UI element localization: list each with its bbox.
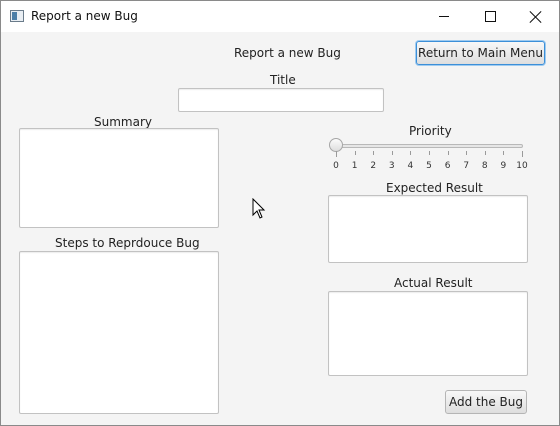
priority-tick-mark (391, 151, 393, 155)
priority-tick-mark (484, 151, 486, 155)
priority-tick-label: 7 (463, 161, 470, 171)
priority-tick-mark (373, 151, 375, 155)
priority-tick-label: 9 (500, 161, 507, 171)
return-to-main-menu-button[interactable]: Return to Main Menu (416, 41, 545, 65)
priority-tick-label: 2 (370, 161, 377, 171)
priority-tick-label: 1 (351, 161, 358, 171)
steps-label: Steps to Reprdouce Bug (55, 236, 200, 250)
add-the-bug-button[interactable]: Add the Bug (445, 390, 527, 414)
priority-tick-mark (354, 151, 356, 155)
priority-tick-mark (447, 151, 449, 155)
priority-tick-mark (503, 151, 505, 155)
close-icon (530, 11, 542, 23)
priority-tick-label: 6 (444, 161, 451, 171)
window-title: Report a new Bug (31, 9, 138, 23)
priority-slider[interactable]: 0 1 2 3 4 5 6 7 8 9 10 (329, 138, 528, 174)
priority-tick-label: 8 (481, 161, 488, 171)
actual-result-textarea[interactable] (328, 291, 528, 376)
expected-result-textarea[interactable] (328, 195, 528, 263)
title-input[interactable] (178, 88, 384, 112)
summary-label: Summary (94, 115, 152, 129)
priority-slider-thumb[interactable] (329, 138, 343, 152)
priority-tick-label: 4 (407, 161, 414, 171)
priority-label: Priority (409, 124, 452, 138)
expected-result-label: Expected Result (386, 181, 483, 195)
maximize-button[interactable] (467, 1, 513, 32)
title-label: Title (270, 73, 296, 87)
minimize-icon (439, 16, 449, 17)
steps-textarea[interactable] (19, 251, 219, 414)
priority-tick-label: 0 (333, 161, 339, 171)
maximize-icon (484, 11, 496, 22)
priority-tick-mark (336, 151, 337, 157)
minimize-button[interactable] (421, 1, 467, 32)
priority-tick-mark (522, 151, 523, 157)
app-window: Report a new Bug Report a new Bug Return… (0, 0, 560, 426)
priority-slider-track[interactable] (335, 144, 523, 148)
close-button[interactable] (513, 1, 559, 32)
page-heading: Report a new Bug (234, 46, 341, 60)
app-window-icon (10, 10, 24, 22)
mouse-cursor-icon (252, 198, 266, 219)
summary-textarea[interactable] (19, 128, 219, 228)
priority-tick-label: 10 (516, 161, 528, 171)
title-bar: Report a new Bug (1, 1, 559, 32)
priority-tick-mark (429, 151, 430, 155)
priority-tick-label: 5 (426, 161, 432, 171)
priority-tick-mark (410, 151, 412, 155)
priority-tick-label: 3 (388, 161, 395, 171)
actual-result-label: Actual Result (394, 276, 473, 290)
priority-tick-mark (466, 151, 468, 155)
